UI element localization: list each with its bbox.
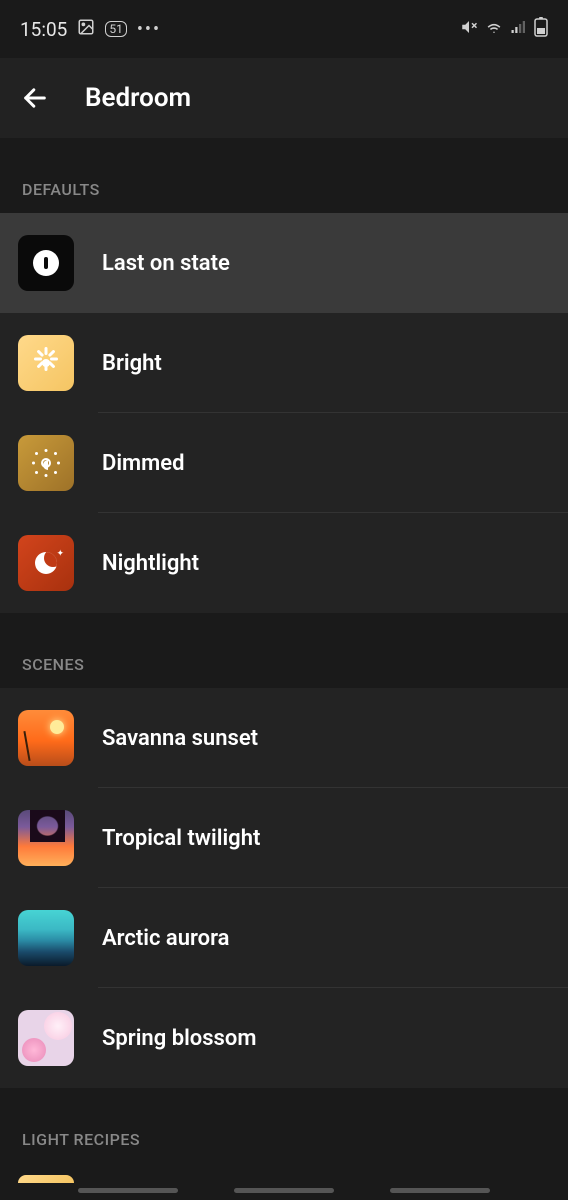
item-label: Dimmed <box>102 451 185 476</box>
item-label: Bright <box>102 351 162 376</box>
sun-bright-icon <box>18 335 74 391</box>
scene-thumbnail <box>18 710 74 766</box>
scenes-list: Savanna sunset Tropical twilight Arctic … <box>0 688 568 1088</box>
default-item-bright[interactable]: Bright <box>0 313 568 413</box>
badge-icon: 51 <box>105 21 127 37</box>
section-header-recipes: LIGHT RECIPES <box>0 1088 568 1163</box>
section-header-defaults: DEFAULTS <box>0 138 568 213</box>
nav-recents[interactable] <box>78 1188 178 1193</box>
scene-thumbnail <box>18 1010 74 1066</box>
nav-back[interactable] <box>390 1188 490 1193</box>
more-icon: ••• <box>137 19 161 40</box>
power-icon <box>18 235 74 291</box>
scene-thumbnail <box>18 910 74 966</box>
sun-dim-icon <box>18 435 74 491</box>
item-label: Tropical twilight <box>102 826 260 851</box>
section-header-scenes: SCENES <box>0 613 568 688</box>
status-right <box>460 17 548 42</box>
moon-icon: ✦ <box>18 535 74 591</box>
app-header: Bedroom <box>0 58 568 138</box>
battery-icon <box>534 17 548 42</box>
scene-item-savanna-sunset[interactable]: Savanna sunset <box>0 688 568 788</box>
item-label: Last on state <box>102 251 230 276</box>
item-label: Arctic aurora <box>102 926 229 951</box>
status-bar: 15:05 51 ••• <box>0 0 568 58</box>
nav-home[interactable] <box>234 1188 334 1193</box>
wifi-icon <box>484 18 504 41</box>
scene-item-tropical-twilight[interactable]: Tropical twilight <box>0 788 568 888</box>
item-label: Nightlight <box>102 551 199 576</box>
scene-thumbnail <box>18 810 74 866</box>
defaults-list: Last on state Bright <box>0 213 568 613</box>
scene-item-spring-blossom[interactable]: Spring blossom <box>0 988 568 1088</box>
default-item-dimmed[interactable]: Dimmed <box>0 413 568 513</box>
item-label: Spring blossom <box>102 1026 256 1051</box>
image-icon <box>77 18 95 41</box>
arrow-left-icon <box>21 84 49 112</box>
default-item-nightlight[interactable]: ✦ Nightlight <box>0 513 568 613</box>
signal-icon <box>510 18 528 41</box>
back-button[interactable] <box>20 83 50 113</box>
default-item-last-on-state[interactable]: Last on state <box>0 213 568 313</box>
system-nav-bar <box>0 1180 568 1200</box>
mute-vibrate-icon <box>460 18 478 41</box>
page-title: Bedroom <box>85 83 191 113</box>
scene-item-arctic-aurora[interactable]: Arctic aurora <box>0 888 568 988</box>
status-left: 15:05 51 ••• <box>20 18 161 41</box>
item-label: Savanna sunset <box>102 726 258 751</box>
status-time: 15:05 <box>20 18 67 41</box>
